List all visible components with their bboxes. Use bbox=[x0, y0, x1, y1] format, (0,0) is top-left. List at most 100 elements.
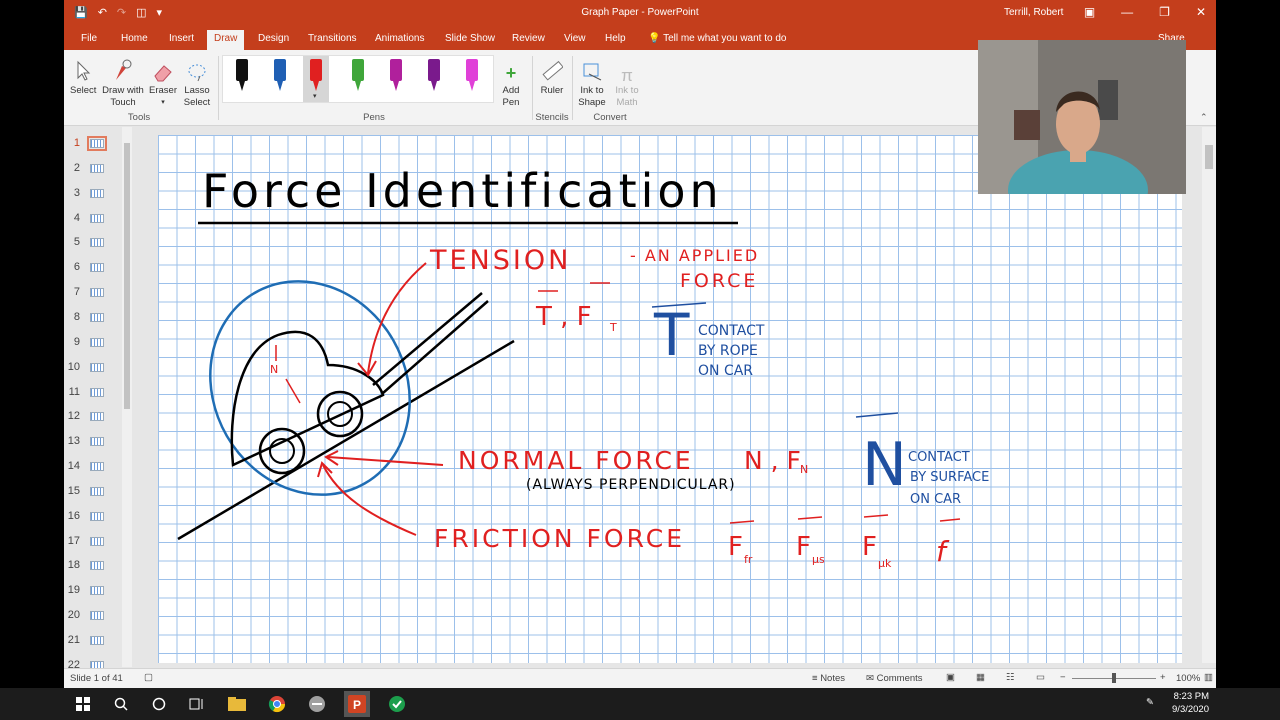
zoom-out-icon[interactable]: − bbox=[1060, 672, 1066, 683]
slide-thumbnail[interactable]: 7 bbox=[64, 282, 120, 302]
snipping-tool-icon[interactable] bbox=[306, 694, 328, 714]
comments-button[interactable]: ✉ Comments bbox=[866, 673, 923, 684]
powerpoint-taskbar-icon[interactable]: P bbox=[344, 691, 370, 717]
slide-thumbnail[interactable]: 20 bbox=[64, 605, 120, 625]
ink-to-shape-button[interactable]: Ink to Shape bbox=[576, 56, 608, 109]
ruler-button[interactable]: Ruler bbox=[536, 56, 568, 97]
tab-review[interactable]: Review bbox=[512, 33, 545, 44]
zoom-in-icon[interactable]: + bbox=[1160, 672, 1166, 683]
slide-thumbnail[interactable]: 10 bbox=[64, 357, 120, 377]
close-icon[interactable]: ✕ bbox=[1196, 5, 1206, 19]
search-icon[interactable] bbox=[110, 694, 132, 714]
reading-view-icon[interactable]: ☷ bbox=[1006, 672, 1015, 683]
clock-date: 9/3/2020 bbox=[1172, 704, 1209, 715]
pen-dropdown-icon[interactable]: ▾ bbox=[313, 92, 317, 100]
slide-thumbnail[interactable]: 12 bbox=[64, 406, 120, 426]
slide-number: 12 bbox=[67, 410, 80, 423]
slide-thumbnail[interactable]: 16 bbox=[64, 506, 120, 526]
slide-thumbnail[interactable]: 8 bbox=[64, 307, 120, 327]
accessibility-icon[interactable]: ▢ bbox=[144, 672, 153, 683]
normal-view-icon[interactable]: ▣ bbox=[946, 672, 955, 683]
chrome-icon[interactable] bbox=[266, 694, 288, 714]
pen-workspace-icon[interactable]: ✎ bbox=[1146, 697, 1154, 708]
slide-thumbnail-image bbox=[90, 586, 104, 596]
slide-thumbnail[interactable]: 13 bbox=[64, 431, 120, 451]
thumbnail-scrollbar[interactable] bbox=[122, 127, 132, 667]
slide-thumbnail[interactable]: 21 bbox=[64, 630, 120, 650]
draw-with-touch-button[interactable]: Draw with Touch bbox=[100, 56, 146, 109]
svg-text:P: P bbox=[353, 698, 361, 712]
slide-number: 1 bbox=[73, 137, 80, 149]
tab-transitions[interactable]: Transitions bbox=[308, 33, 357, 44]
notes-button[interactable]: ≡ Notes bbox=[812, 673, 845, 684]
friction-symbol-3: F bbox=[862, 532, 877, 562]
slide-counter[interactable]: Slide 1 of 41 bbox=[70, 673, 123, 684]
zoom-slider-thumb[interactable] bbox=[1112, 673, 1116, 683]
group-divider bbox=[532, 56, 533, 120]
slide-number: 15 bbox=[67, 484, 80, 497]
slide-thumbnail[interactable]: 9 bbox=[64, 332, 120, 352]
slide-thumbnail[interactable]: 17 bbox=[64, 531, 120, 551]
powerpoint-window: 💾 ↶ ↷ ◫ ▾ Graph Paper - PowerPoint Terri… bbox=[64, 0, 1216, 688]
file-explorer-icon[interactable] bbox=[226, 694, 248, 714]
system-clock[interactable]: 8:23 PM 9/3/2020 bbox=[1163, 690, 1209, 716]
eraser-button[interactable]: Eraser ▾ bbox=[148, 56, 178, 109]
task-view-icon[interactable] bbox=[186, 694, 208, 714]
current-slide[interactable]: Force Identification N TENSION - AN APPL… bbox=[158, 135, 1182, 663]
collapse-ribbon-icon[interactable]: ⌃ bbox=[1200, 112, 1208, 123]
blue-pen[interactable] bbox=[269, 59, 289, 97]
tab-slide-show[interactable]: Slide Show bbox=[445, 33, 495, 44]
slide-thumbnail[interactable]: 2 bbox=[64, 158, 120, 178]
red-pen-selected[interactable]: ▾ bbox=[303, 56, 329, 102]
slide-sorter-icon[interactable]: ▦ bbox=[976, 672, 985, 683]
tab-design[interactable]: Design bbox=[258, 33, 289, 44]
eraser-dropdown-icon[interactable]: ▾ bbox=[148, 97, 178, 109]
zoom-level[interactable]: 100% bbox=[1176, 673, 1200, 684]
select-tool-button[interactable]: Select bbox=[70, 56, 96, 97]
slideshow-view-icon[interactable]: ▭ bbox=[1036, 672, 1045, 683]
slide-thumbnail[interactable]: 18 bbox=[64, 555, 120, 575]
lasso-select-button[interactable]: Lasso Select bbox=[182, 56, 212, 109]
slide-thumbnail[interactable]: 19 bbox=[64, 580, 120, 600]
slide-thumbnail[interactable]: 3 bbox=[64, 183, 120, 203]
friction-vector-arrows bbox=[729, 514, 961, 524]
user-name[interactable]: Terrill, Robert bbox=[1004, 7, 1063, 18]
slide-thumbnail[interactable]: 11 bbox=[64, 382, 120, 402]
green-pen[interactable] bbox=[347, 59, 367, 97]
minimize-icon[interactable]: — bbox=[1121, 5, 1133, 19]
ink-to-math-button[interactable]: π Ink to Math bbox=[612, 56, 642, 109]
slide-thumbnail[interactable]: 6 bbox=[64, 257, 120, 277]
tab-help[interactable]: Help bbox=[605, 33, 626, 44]
slide-scrollbar[interactable] bbox=[1202, 127, 1216, 663]
zoom-slider[interactable] bbox=[1072, 673, 1156, 683]
tab-insert[interactable]: Insert bbox=[169, 33, 194, 44]
ribbon-display-options-icon[interactable]: ▣ bbox=[1084, 5, 1095, 19]
slide-thumbnail[interactable]: 1 bbox=[64, 133, 120, 153]
add-pen-button[interactable]: + Add Pen bbox=[498, 56, 524, 109]
thumbnail-scrollbar-thumb[interactable] bbox=[124, 143, 130, 409]
slide-thumbnail-image bbox=[90, 536, 104, 546]
pink-highlighter[interactable] bbox=[461, 59, 481, 97]
group-divider bbox=[218, 56, 219, 120]
cortana-icon[interactable] bbox=[148, 694, 170, 714]
tab-home[interactable]: Home bbox=[121, 33, 148, 44]
green-app-icon[interactable] bbox=[386, 694, 408, 714]
tab-view[interactable]: View bbox=[564, 33, 586, 44]
windows-start-icon[interactable] bbox=[72, 694, 94, 714]
scrollbar-thumb[interactable] bbox=[1205, 145, 1213, 169]
slide-thumbnail-image bbox=[90, 312, 104, 322]
tab-animations[interactable]: Animations bbox=[375, 33, 424, 44]
contact-rope-3: ON CAR bbox=[698, 363, 753, 379]
purple-pen[interactable] bbox=[423, 59, 443, 97]
slide-thumbnail[interactable]: 4 bbox=[64, 208, 120, 228]
fit-slide-icon[interactable]: ▥ bbox=[1204, 672, 1213, 683]
tell-me-search[interactable]: 💡 Tell me what you want to do bbox=[648, 33, 786, 44]
slide-thumbnail[interactable]: 5 bbox=[64, 232, 120, 252]
restore-icon[interactable]: ❐ bbox=[1159, 5, 1170, 19]
slide-thumbnail[interactable]: 15 bbox=[64, 481, 120, 501]
magenta-pen[interactable] bbox=[385, 59, 405, 97]
slide-thumbnail[interactable]: 14 bbox=[64, 456, 120, 476]
tab-file[interactable]: File bbox=[81, 33, 97, 44]
black-pen[interactable] bbox=[231, 59, 251, 97]
tab-draw[interactable]: Draw bbox=[207, 30, 245, 50]
